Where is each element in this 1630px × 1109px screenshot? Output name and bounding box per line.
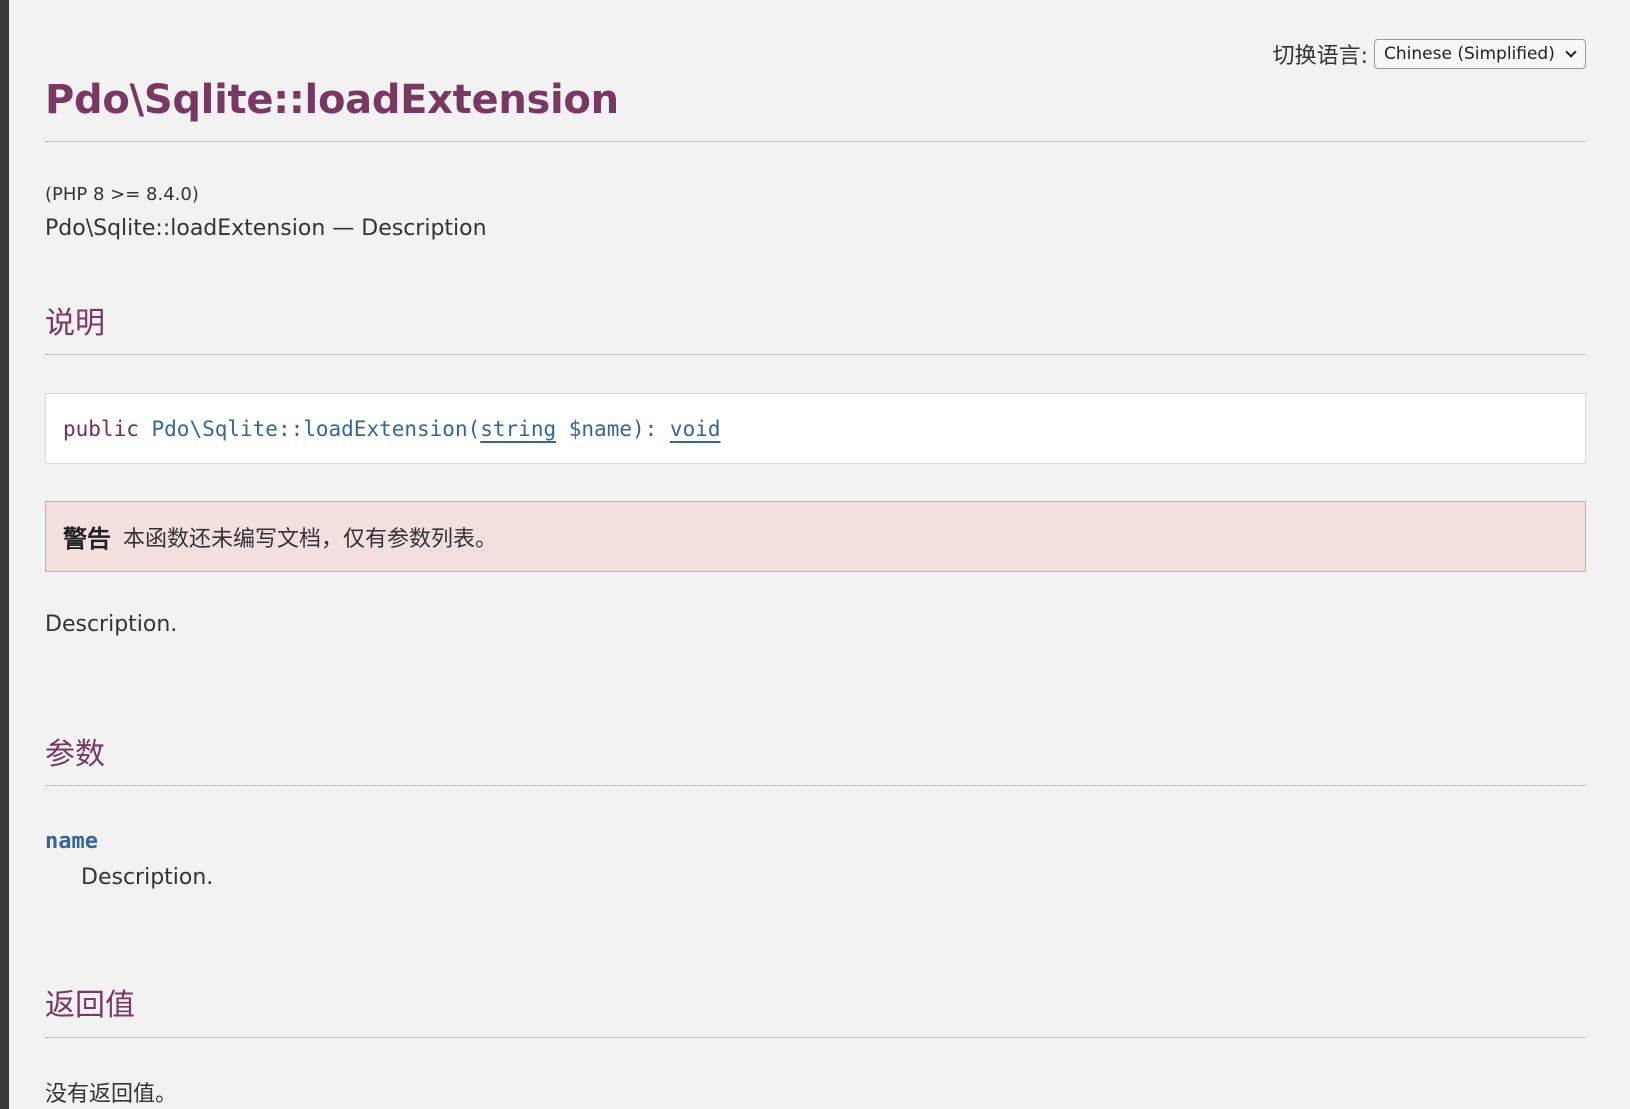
chevron-down-icon [1565,45,1577,58]
description-text: Description. [45,612,178,637]
synopsis-close: ): [631,416,670,441]
warning-box: 警告 本函数还未编写文档，仅有参数列表。 [45,501,1586,572]
language-switcher: 切换语言: Chinese (Simplified) [1273,38,1586,70]
description-divider [45,354,1586,355]
synopsis-open-paren: ( [467,416,481,441]
synopsis-param-type-link[interactable]: string [480,417,556,441]
left-border-bar [0,0,9,1109]
version-info: (PHP 8 >= 8.4.0) [45,184,199,205]
warning-text: 本函数还未编写文档，仅有参数列表。 [123,526,498,552]
parameter-name: name [45,829,98,854]
language-switch-label: 切换语言: [1272,44,1368,69]
return-values-divider [45,1037,1586,1038]
synopsis-method-name: Pdo\Sqlite::loadExtension [151,416,468,441]
warning-label: 警告 [63,525,111,553]
return-values-heading: 返回值 [45,988,135,1023]
description-heading: 说明 [45,306,105,341]
parameter-description: Description. [81,865,214,890]
refpurpose: Pdo\Sqlite::loadExtension — Description [45,216,487,241]
page-title: Pdo\Sqlite::loadExtension [45,77,619,123]
return-values-text: 没有返回值。 [45,1082,178,1107]
language-select[interactable]: Chinese (Simplified) [1374,39,1586,69]
synopsis-return-type-link[interactable]: void [670,417,721,441]
method-synopsis: public Pdo\Sqlite::loadExtension(string … [45,393,1586,464]
language-select-value: Chinese (Simplified) [1384,44,1555,64]
title-divider [45,141,1586,142]
parameters-divider [45,785,1586,786]
synopsis-param-name: $name [568,416,632,441]
parameters-heading: 参数 [45,737,105,772]
synopsis-modifier: public [63,416,139,441]
